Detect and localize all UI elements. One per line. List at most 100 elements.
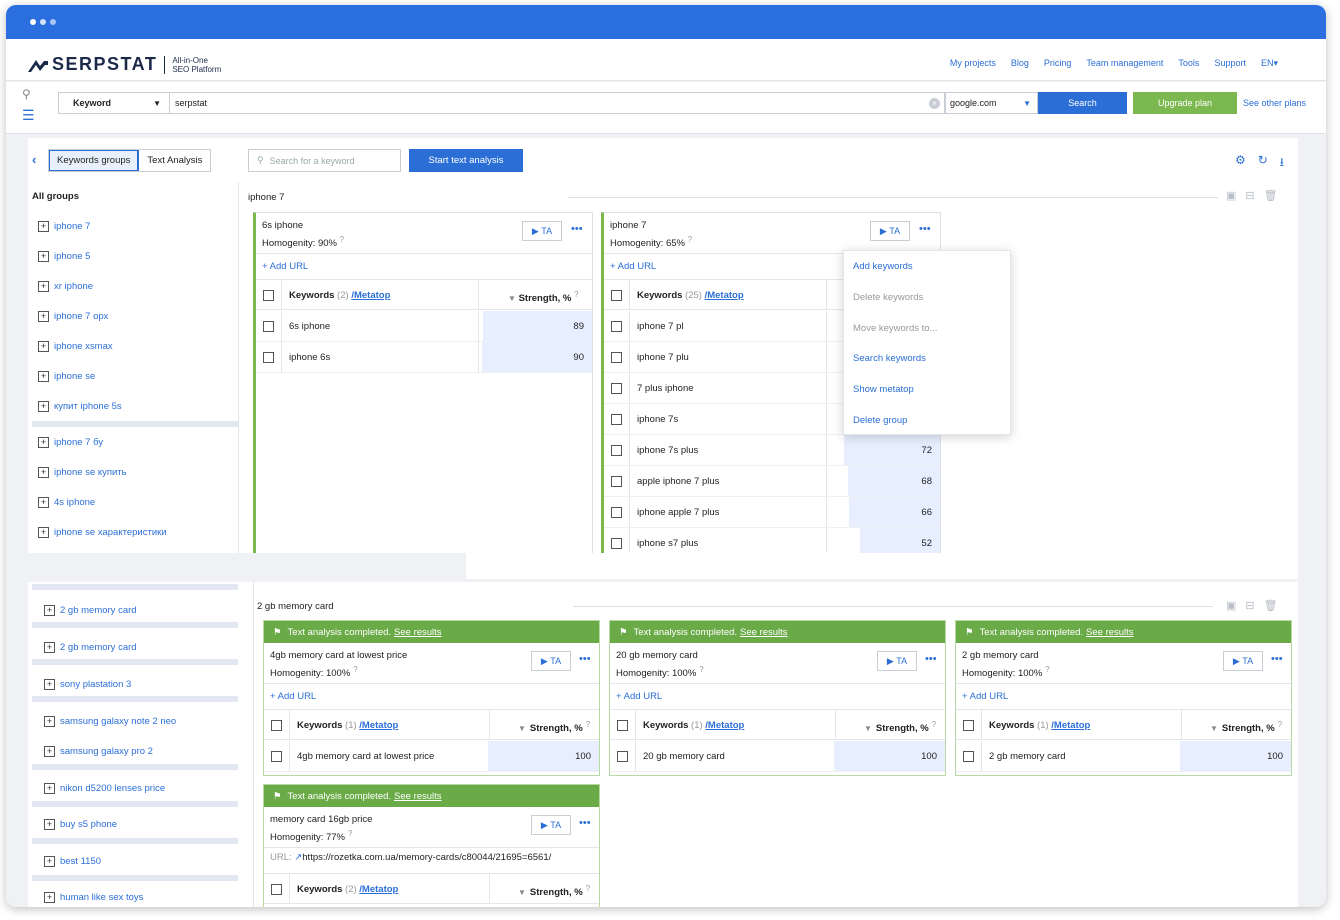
strength-column-header[interactable]: ▼ Strength, %? <box>518 884 590 898</box>
row-checkbox[interactable] <box>611 321 622 332</box>
nav-team-management[interactable]: Team management <box>1086 58 1163 69</box>
see-results-link[interactable]: See results <box>740 627 788 638</box>
keywords-column-header[interactable]: Keywords (2) /Metatop <box>289 290 390 301</box>
back-chevron-icon[interactable]: ‹ <box>32 152 36 167</box>
expand-icon[interactable]: + <box>38 496 49 508</box>
row-checkbox[interactable] <box>263 352 274 363</box>
row-checkbox[interactable] <box>611 538 622 549</box>
ta-button[interactable]: ▶ TA <box>877 651 917 671</box>
keywords-column-header[interactable]: Keywords (1) /Metatop <box>643 720 744 731</box>
collapse-icon[interactable]: ⊟ <box>1245 189 1254 202</box>
tab-keywords-groups[interactable]: Keywords groups <box>49 150 140 171</box>
more-icon[interactable]: ••• <box>579 653 591 665</box>
keywords-column-header[interactable]: Keywords (1) /Metatop <box>297 720 398 731</box>
keywords-column-header[interactable]: Keywords (2) /Metatop <box>297 884 398 895</box>
expand-icon[interactable]: + <box>44 641 55 653</box>
ta-button[interactable]: ▶ TA <box>531 651 571 671</box>
sidebar-item[interactable]: + iphone 7 бу <box>38 434 103 450</box>
select-all-checkbox[interactable] <box>617 720 628 731</box>
ta-button[interactable]: ▶ TA <box>522 221 562 241</box>
search-engine-select[interactable]: google.com ▼ <box>945 92 1038 114</box>
trash-icon[interactable]: 🗑 <box>1264 599 1278 612</box>
expand-icon[interactable]: + <box>44 782 55 794</box>
menu-item-delete-keywords[interactable]: Delete keywords <box>853 292 923 303</box>
add-url-link[interactable]: + Add URL <box>962 691 1008 702</box>
expand-icon[interactable]: + <box>38 310 49 322</box>
window-dot-icon[interactable] <box>40 19 46 25</box>
search-button[interactable]: Search <box>1038 92 1127 114</box>
search-input[interactable]: serpstat × <box>169 92 945 114</box>
menu-item-search-keywords[interactable]: Search keywords <box>853 353 926 364</box>
url-link[interactable]: https://rozetka.com.ua/memory-cards/c800… <box>302 852 551 863</box>
keywords-column-header[interactable]: Keywords (25) /Metatop <box>637 290 744 301</box>
sidebar-item[interactable]: + nikon d5200 lenses price <box>44 780 165 796</box>
hamburger-menu-icon[interactable]: ☰ <box>22 107 35 124</box>
sidebar-item[interactable]: + sony plastation 3 <box>44 676 131 692</box>
row-checkbox[interactable] <box>963 751 974 762</box>
add-url-link[interactable]: + Add URL <box>610 261 656 272</box>
nav-support[interactable]: Support <box>1214 58 1246 69</box>
ta-button[interactable]: ▶ TA <box>531 815 571 835</box>
expand-icon[interactable]: + <box>44 891 55 903</box>
expand-icon[interactable]: + <box>38 220 49 232</box>
menu-item-show-metatop[interactable]: Show metatop <box>853 384 914 395</box>
expand-icon[interactable]: + <box>44 604 55 616</box>
window-dot-icon[interactable] <box>30 19 36 25</box>
row-checkbox[interactable] <box>617 751 628 762</box>
nav-pricing[interactable]: Pricing <box>1044 58 1072 69</box>
metatop-link[interactable]: /Metatop <box>705 290 744 301</box>
more-icon[interactable]: ••• <box>579 817 591 829</box>
see-other-plans-link[interactable]: See other plans <box>1243 98 1306 108</box>
expand-icon[interactable]: + <box>38 436 49 448</box>
expand-icon[interactable]: + <box>38 466 49 478</box>
see-results-link[interactable]: See results <box>1086 627 1134 638</box>
search-icon[interactable]: ⚲ <box>22 87 31 101</box>
see-results-link[interactable]: See results <box>394 627 442 638</box>
nav-tools[interactable]: Tools <box>1178 58 1199 69</box>
sidebar-item[interactable]: + iphone se характеристики <box>38 524 167 540</box>
strength-column-header[interactable]: ▼ Strength, %? <box>518 720 590 734</box>
sidebar-item[interactable]: +4s iphone <box>38 494 95 510</box>
metatop-link[interactable]: /Metatop <box>705 720 744 731</box>
sidebar-item[interactable]: + iphone 7 <box>38 218 90 234</box>
strength-column-header[interactable]: ▼ Strength, % ? <box>508 290 578 304</box>
sidebar-item[interactable]: +2 gb memory card <box>44 639 137 655</box>
expand-icon[interactable]: + <box>44 715 55 727</box>
select-all-checkbox[interactable] <box>271 720 282 731</box>
see-results-link[interactable]: See results <box>394 791 442 802</box>
row-checkbox[interactable] <box>611 507 622 518</box>
expand-icon[interactable]: + <box>44 678 55 690</box>
sidebar-item[interactable]: + human like sex toys <box>44 889 143 905</box>
language-select[interactable]: EN▾ <box>1261 58 1278 69</box>
ta-button[interactable]: ▶ TA <box>1223 651 1263 671</box>
metatop-link[interactable]: /Metatop <box>1051 720 1090 731</box>
nav-blog[interactable]: Blog <box>1011 58 1029 69</box>
keywords-column-header[interactable]: Keywords (1) /Metatop <box>989 720 1090 731</box>
gear-icon[interactable]: ⚙ <box>1235 153 1246 174</box>
expand-icon[interactable]: + <box>38 526 49 538</box>
menu-item-add-keywords[interactable]: Add keywords <box>853 261 913 272</box>
row-checkbox[interactable] <box>271 751 282 762</box>
nav-my-projects[interactable]: My projects <box>950 58 996 69</box>
sidebar-item[interactable]: + iphone 5 <box>38 248 90 264</box>
row-checkbox[interactable] <box>611 476 622 487</box>
add-url-link[interactable]: + Add URL <box>616 691 662 702</box>
sidebar-item[interactable]: + best 1150 <box>44 853 101 869</box>
expand-icon[interactable]: + <box>44 855 55 867</box>
serpstat-logo[interactable]: SERPSTAT All-in-One SEO Platform <box>28 54 221 75</box>
metatop-link[interactable]: /Metatop <box>351 290 390 301</box>
more-icon[interactable]: ••• <box>571 223 583 235</box>
select-all-checkbox[interactable] <box>271 884 282 895</box>
expand-icon[interactable]: + <box>38 250 49 262</box>
metatop-link[interactable]: /Metatop <box>359 884 398 895</box>
download-icon[interactable]: ⭳ <box>1280 153 1284 174</box>
more-icon[interactable]: ••• <box>919 223 931 235</box>
sidebar-item[interactable]: +2 gb memory card <box>44 602 137 618</box>
sidebar-item[interactable]: + samsung galaxy pro 2 <box>44 743 153 759</box>
upgrade-plan-button[interactable]: Upgrade plan <box>1133 92 1237 114</box>
sidebar-item[interactable]: + samsung galaxy note 2 neo <box>44 713 176 729</box>
more-icon[interactable]: ••• <box>1271 653 1283 665</box>
row-checkbox[interactable] <box>611 383 622 394</box>
expand-icon[interactable]: + <box>38 370 49 382</box>
row-checkbox[interactable] <box>611 352 622 363</box>
